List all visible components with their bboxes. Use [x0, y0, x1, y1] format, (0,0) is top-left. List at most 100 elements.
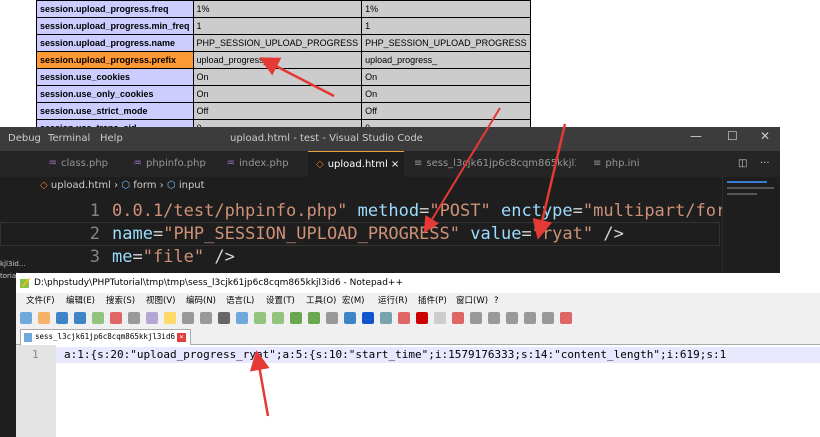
element-icon: ⬡ [121, 180, 131, 191]
toolbar-button-icon[interactable] [506, 312, 518, 324]
notepadpp-menu-item[interactable]: 搜索(S) [106, 293, 135, 309]
toolbar-button-icon[interactable] [434, 312, 446, 324]
toolbar-button-icon[interactable] [74, 312, 86, 324]
notepadpp-logo-icon [20, 278, 30, 288]
notepadpp-menu-item[interactable]: 语言(L) [226, 293, 254, 309]
notepadpp-menu-item[interactable]: 宏(M) [342, 293, 364, 309]
more-actions-icon[interactable]: ··· [752, 151, 770, 177]
toolbar-button-icon[interactable] [236, 312, 248, 324]
notepadpp-title: D:\phpstudy\PHPTutorial\tmp\tmp\sess_l3c… [34, 278, 403, 288]
maximize-icon[interactable]: ☐ [727, 129, 738, 143]
master-value: Off [361, 102, 531, 120]
directive-name: session.use_cookies [36, 68, 194, 86]
breadcrumb-form[interactable]: form [133, 180, 156, 191]
code-line[interactable]: 2 name="PHP_SESSION_UPLOAD_PROGRESS" valu… [0, 222, 730, 246]
directive-name: session.upload_progress.min_freq [36, 17, 194, 35]
toolbar-button-icon[interactable] [398, 312, 410, 324]
line-number: 3 [89, 247, 100, 267]
breadcrumb-input[interactable]: input [179, 180, 205, 191]
tab-php-ini[interactable]: ≡ php.ini [585, 151, 665, 177]
toolbar-button-icon[interactable] [200, 312, 212, 324]
toolbar-button-icon[interactable] [254, 312, 266, 324]
php-icon: ♒ [48, 158, 57, 169]
code-text: me="file" /> [112, 245, 235, 269]
toolbar-button-icon[interactable] [542, 312, 554, 324]
line-number: 1 [89, 201, 100, 221]
menu-terminal[interactable]: Terminal [48, 133, 90, 144]
toolbar-button-icon[interactable] [470, 312, 482, 324]
toolbar-button-icon[interactable] [272, 312, 284, 324]
code-line[interactable]: 3 me="file" /> [0, 245, 730, 269]
toolbar-button-icon[interactable] [164, 312, 176, 324]
split-editor-icon[interactable]: ◫ [730, 151, 747, 177]
notepadpp-menu-item[interactable]: 编码(N) [186, 293, 216, 309]
code-text: 0.0.1/test/phpinfo.php" method="POST" en… [112, 199, 747, 223]
toolbar-button-icon[interactable] [110, 312, 122, 324]
minimap[interactable] [722, 177, 780, 273]
notepadpp-menu-item[interactable]: 工具(O) [306, 293, 336, 309]
tab-close-icon[interactable]: × [391, 159, 399, 170]
tab-index-php[interactable]: ♒ index.php [218, 151, 306, 177]
notepadpp-menu-item[interactable]: 插件(P) [418, 293, 447, 309]
minimize-icon[interactable]: — [690, 129, 702, 143]
toolbar-button-icon[interactable] [56, 312, 68, 324]
directive-name: session.use_only_cookies [36, 85, 194, 103]
toolbar-button-icon[interactable] [416, 312, 428, 324]
notepadpp-menu-item[interactable]: 窗口(W) [456, 293, 488, 309]
toolbar-button-icon[interactable] [560, 312, 572, 324]
code-token: = [419, 201, 430, 221]
notepadpp-menu-item[interactable]: 编辑(E) [66, 293, 95, 309]
tab-sess-file[interactable]: ≡sess_l3cjk61jp6c8cqm865kkjl3id6 [406, 151, 576, 177]
toolbar-button-icon[interactable] [218, 312, 230, 324]
phpinfo-row: session.upload_progress.freq 1% 1% [36, 0, 531, 18]
breadcrumb-file[interactable]: upload.html [51, 180, 111, 191]
phpinfo-row: session.upload_progress.min_freq 1 1 [36, 17, 531, 35]
toolbar-button-icon[interactable] [146, 312, 158, 324]
php-icon: ♒ [133, 158, 142, 169]
code-token: = [152, 224, 164, 244]
toolbar-button-icon[interactable] [380, 312, 392, 324]
notepadpp-menu-item[interactable]: 运行(R) [378, 293, 408, 309]
code-line[interactable]: 1 0.0.1/test/phpinfo.php" method="POST" e… [0, 199, 747, 223]
notepadpp-menu-item[interactable]: 设置(T) [266, 293, 295, 309]
tab-class-php[interactable]: ♒ class.php [40, 151, 122, 177]
sidebar-label: kjl3id... [0, 260, 26, 268]
menu-help[interactable]: Help [100, 133, 123, 144]
notepadpp-menu-item[interactable]: 视图(V) [146, 293, 175, 309]
toolbar-button-icon[interactable] [128, 312, 140, 324]
notepadpp-editor[interactable]: 1 a:1:{s:20:"upload_progress_ryat";a:5:{… [16, 345, 820, 437]
toolbar-button-icon[interactable] [20, 312, 32, 324]
directive-name: session.use_strict_mode [36, 102, 194, 120]
menu-debug[interactable]: Debug [8, 133, 41, 144]
phpinfo-row: session.use_strict_mode Off Off [36, 102, 531, 120]
toolbar-button-icon[interactable] [488, 312, 500, 324]
toolbar-button-icon[interactable] [38, 312, 50, 324]
html-icon: ◇ [40, 180, 48, 191]
code-token: = [521, 224, 532, 244]
directive-name: session.upload_progress.prefix [36, 51, 194, 69]
toolbar-button-icon[interactable] [362, 312, 374, 324]
close-tab-icon[interactable]: × [176, 333, 186, 342]
code-token: "file" [142, 247, 205, 267]
chevron-right-icon: › [114, 180, 119, 191]
notepadpp-menu-item[interactable]: 文件(F) [26, 293, 55, 309]
toolbar-button-icon[interactable] [344, 312, 356, 324]
local-value: On [192, 85, 363, 103]
toolbar-button-icon[interactable] [182, 312, 194, 324]
notepadpp-menu-item[interactable]: ? [494, 293, 499, 309]
toolbar-button-icon[interactable] [92, 312, 104, 324]
toolbar-button-icon[interactable] [308, 312, 320, 324]
code-token: "PHP_SESSION_UPLOAD_PROGRESS" [163, 224, 461, 244]
session-file-content[interactable]: a:1:{s:20:"upload_progress_ryat";a:5:{s:… [64, 348, 726, 361]
notepadpp-tab-sess-file[interactable]: sess_l3cjk61jp6c8cqm865kkjl3id6 × [20, 329, 191, 345]
toolbar-button-icon[interactable] [452, 312, 464, 324]
tab-upload-html[interactable]: ◇ upload.html × [308, 151, 404, 177]
tab-phpinfo-php[interactable]: ♒ phpinfo.php [125, 151, 215, 177]
toolbar-button-icon[interactable] [326, 312, 338, 324]
close-window-icon[interactable]: ✕ [760, 129, 770, 143]
toolbar-button-icon[interactable] [290, 312, 302, 324]
editor-tabs: ♒ class.php ♒ phpinfo.php ♒ index.php ◇ uplo… [0, 151, 780, 177]
toolbar-button-icon[interactable] [524, 312, 536, 324]
code-token: me [112, 247, 133, 267]
